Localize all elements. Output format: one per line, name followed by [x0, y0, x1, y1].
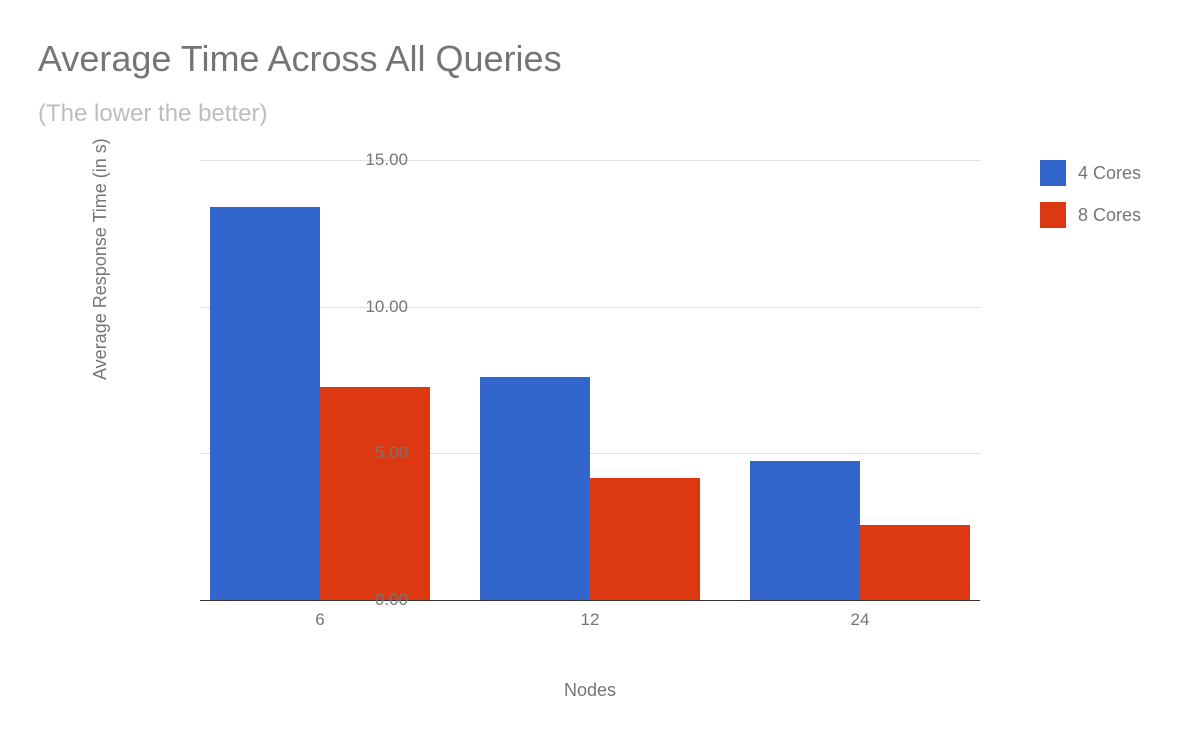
legend-label: 8 Cores — [1078, 205, 1141, 226]
bar-8-cores-6 — [320, 387, 430, 600]
plot-area — [200, 160, 980, 600]
bar-8-cores-24 — [860, 525, 970, 600]
gridline — [200, 160, 980, 161]
legend-item: 4 Cores — [1040, 160, 1141, 186]
chart-title: Average Time Across All Queries — [38, 38, 562, 80]
x-tick-label: 6 — [315, 610, 324, 630]
x-tick-label: 24 — [851, 610, 870, 630]
legend-label: 4 Cores — [1078, 163, 1141, 184]
x-tick-label: 12 — [581, 610, 600, 630]
y-tick-label: 15.00 — [348, 150, 408, 170]
bar-8-cores-12 — [590, 478, 700, 600]
legend: 4 Cores 8 Cores — [1040, 160, 1141, 244]
y-tick-label: 10.00 — [348, 297, 408, 317]
legend-swatch — [1040, 202, 1066, 228]
y-tick-label: 5.00 — [348, 443, 408, 463]
y-axis-label: Average Response Time (in s) — [90, 138, 111, 380]
legend-item: 8 Cores — [1040, 202, 1141, 228]
x-axis-label: Nodes — [200, 680, 980, 701]
chart-subtitle: (The lower the better) — [38, 100, 267, 128]
bar-4-cores-6 — [210, 207, 320, 600]
y-tick-label: 0.00 — [348, 590, 408, 610]
x-axis-baseline — [200, 600, 980, 601]
chart-container: Average Time Across All Queries (The low… — [0, 0, 1200, 742]
bar-4-cores-24 — [750, 461, 860, 600]
legend-swatch — [1040, 160, 1066, 186]
bar-4-cores-12 — [480, 377, 590, 600]
